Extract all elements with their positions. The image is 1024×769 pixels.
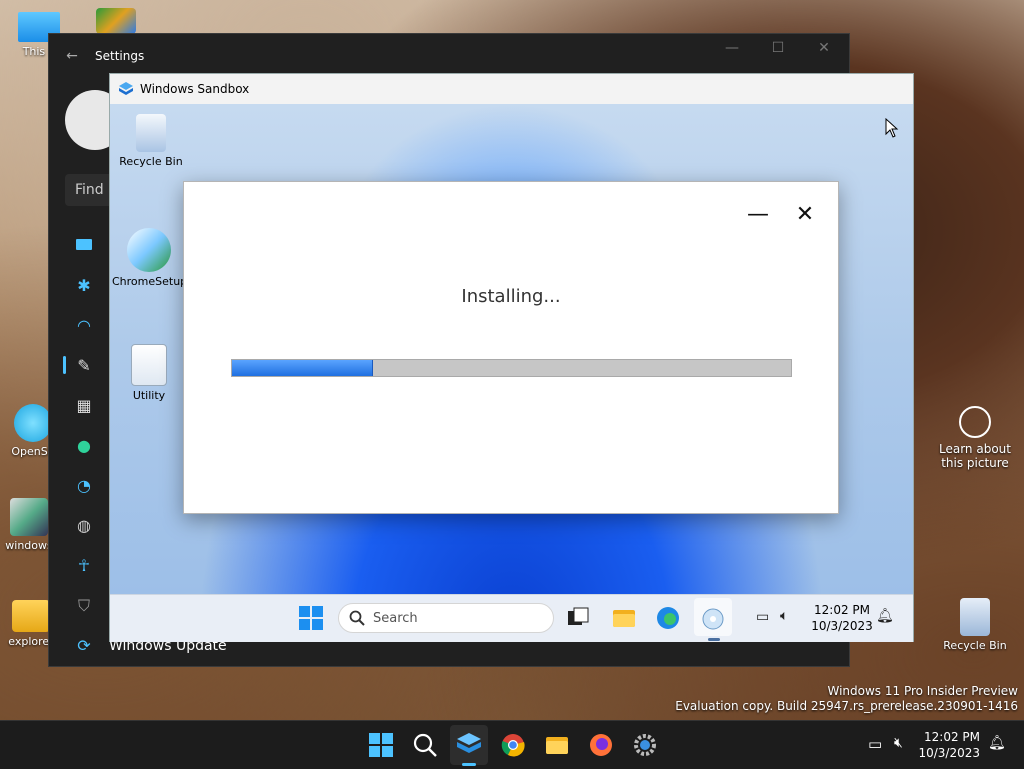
search-icon: [349, 610, 365, 626]
time-icon[interactable]: ◔: [73, 475, 95, 497]
sandbox-icon-chromesetup[interactable]: ChromeSetup: [112, 228, 188, 288]
recycle-bin-icon: [136, 114, 166, 152]
watermark-line-1: Windows 11 Pro Insider Preview: [827, 684, 1018, 698]
firefox-icon[interactable]: [588, 732, 614, 758]
search-placeholder: Search: [373, 611, 418, 626]
file-explorer-icon[interactable]: [611, 605, 637, 631]
privacy-icon[interactable]: ⛉: [73, 595, 95, 617]
learn-about-picture-button[interactable]: Learn about this picture: [937, 406, 1013, 470]
desktop-icon-label: Recycle Bin: [943, 639, 1007, 652]
build-watermark: Windows 11 Pro Insider Preview Evaluatio…: [675, 684, 1018, 714]
sandbox-taskbar-icon[interactable]: [456, 731, 482, 757]
desktop-icon-label: Recycle Bin: [119, 155, 183, 168]
desktop-icon-label: windows: [5, 539, 53, 552]
setup-icon: [10, 498, 48, 536]
settings-title: Settings: [95, 49, 145, 63]
settings-maximize-button[interactable]: ☐: [755, 40, 801, 56]
desktop-icon-recycle-bin[interactable]: Recycle Bin: [938, 598, 1012, 652]
edge-icon[interactable]: [655, 605, 681, 631]
notification-bell-icon[interactable]: 🔔︎: [876, 608, 894, 624]
update-icon[interactable]: ⟳: [73, 635, 95, 657]
installer-taskbar-icon[interactable]: [700, 605, 726, 631]
script-file-icon: [131, 344, 167, 386]
host-date: 10/3/2023: [918, 746, 980, 760]
settings-close-button[interactable]: ✕: [801, 40, 847, 56]
installer-dialog[interactable]: — ✕ Installing...: [183, 181, 839, 514]
desktop-icon-top-app[interactable]: [96, 8, 136, 34]
host-taskbar: ▭ 🔇︎ 12:02 PM 10/3/2023 🔔︎: [0, 720, 1024, 769]
desktop-icon-label: ChromeSetup: [112, 275, 188, 288]
sandbox-titlebar: Windows Sandbox: [110, 74, 913, 104]
host-clock[interactable]: 12:02 PM 10/3/2023: [918, 729, 980, 761]
volume-muted-icon[interactable]: 🔇︎: [894, 735, 903, 751]
active-app-indicator: [708, 638, 720, 641]
gaming-icon[interactable]: ◍: [73, 515, 95, 537]
sandbox-logo-icon: [119, 82, 133, 95]
sandbox-icon-recycle-bin[interactable]: Recycle Bin: [114, 114, 188, 168]
installer-minimize-button[interactable]: —: [743, 200, 773, 230]
watermark-line-2: Evaluation copy. Build 25947.rs_prerelea…: [675, 699, 1018, 713]
desktop-icon-label: explorer: [8, 635, 54, 648]
recycle-bin-icon: [960, 598, 990, 636]
sandbox-search-box[interactable]: Search: [338, 603, 554, 633]
network-status-icon[interactable]: ▭: [756, 609, 769, 625]
installer-close-button[interactable]: ✕: [790, 200, 820, 230]
back-button[interactable]: ←: [49, 48, 95, 64]
sandbox-date: 10/3/2023: [811, 619, 873, 633]
personalization-icon[interactable]: ✎: [73, 355, 95, 377]
notification-bell-icon[interactable]: 🔔︎: [988, 735, 1006, 751]
apps-icon[interactable]: ▦: [73, 395, 95, 417]
start-icon[interactable]: [368, 732, 394, 758]
nav-selection-indicator: [63, 356, 66, 374]
active-app-indicator: [462, 763, 476, 766]
camera-icon: [959, 406, 991, 438]
sandbox-icon-utility[interactable]: Utility: [112, 344, 186, 402]
file-explorer-icon[interactable]: [544, 732, 570, 758]
learn-label: Learn about this picture: [939, 442, 1011, 470]
search-icon[interactable]: [412, 732, 438, 758]
bluetooth-icon[interactable]: ✱: [73, 275, 95, 297]
settings-minimize-button[interactable]: —: [709, 40, 755, 56]
sandbox-time: 12:02 PM: [814, 603, 870, 617]
installer-status-text: Installing...: [461, 286, 561, 307]
mouse-cursor-icon: [885, 118, 899, 138]
network-status-icon[interactable]: ▭: [868, 735, 882, 753]
chrome-icon[interactable]: [500, 732, 526, 758]
accounts-icon[interactable]: ●: [73, 435, 95, 457]
desktop-icon-label: Utility: [132, 389, 166, 402]
install-progress-fill: [232, 360, 373, 376]
folder-icon: [12, 600, 50, 632]
sandbox-taskbar: Search ▭ 🔈︎ 12:02 PM 10/3/2023 🔔︎: [110, 594, 913, 642]
shell-icon: [14, 404, 52, 442]
accessibility-icon[interactable]: ☥: [73, 555, 95, 577]
install-progress-bar: [231, 359, 792, 377]
volume-icon[interactable]: 🔈︎: [780, 608, 788, 624]
sandbox-clock[interactable]: 12:02 PM 10/3/2023: [810, 602, 874, 634]
task-view-icon[interactable]: [565, 605, 591, 631]
start-icon[interactable]: [298, 605, 324, 631]
sandbox-title: Windows Sandbox: [140, 82, 250, 96]
system-icon[interactable]: [73, 234, 95, 256]
settings-gear-icon[interactable]: [632, 732, 658, 758]
network-icon[interactable]: ◠: [73, 315, 95, 337]
host-time: 12:02 PM: [924, 730, 980, 744]
installer-package-icon: [127, 228, 171, 272]
